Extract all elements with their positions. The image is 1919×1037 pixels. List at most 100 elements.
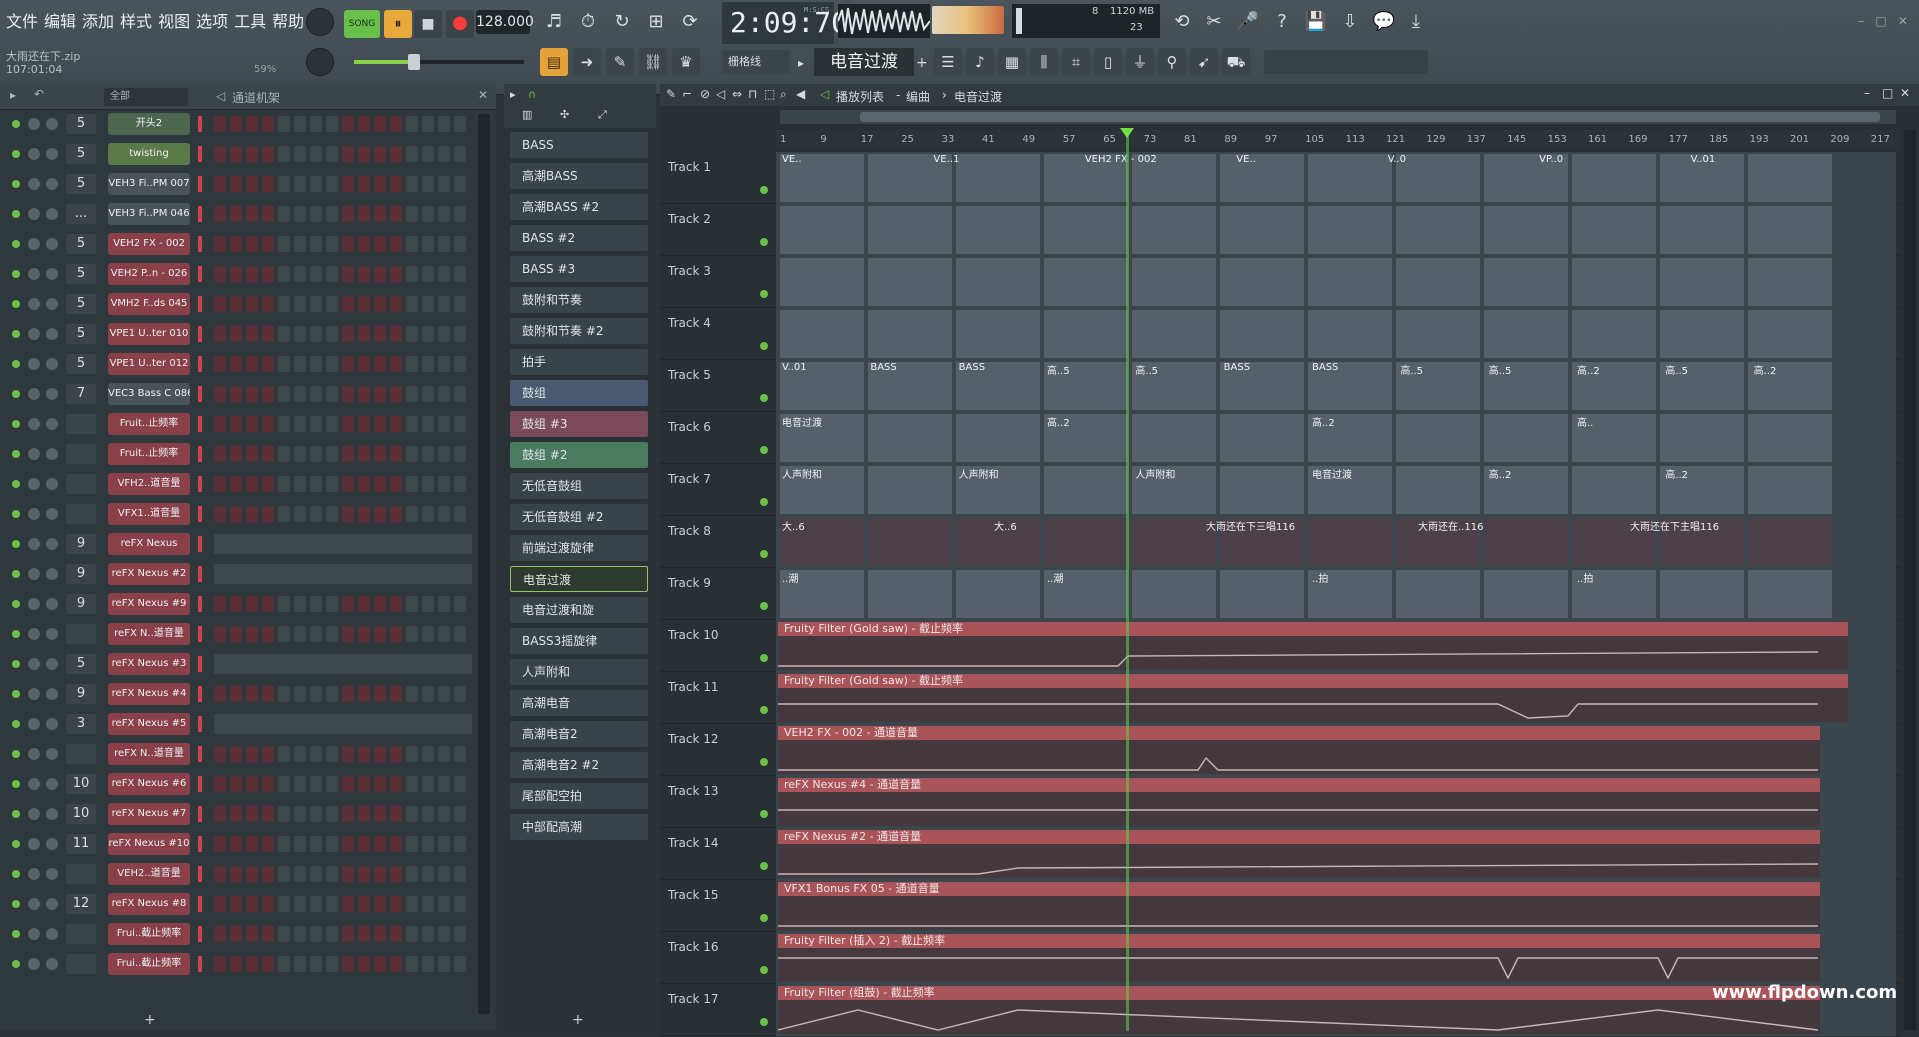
step-button[interactable] bbox=[214, 236, 226, 252]
tool-paint-icon[interactable]: ⌐ bbox=[682, 87, 692, 101]
picker-auto-icon[interactable]: ⤢ bbox=[598, 108, 607, 122]
channel-mute-led[interactable] bbox=[12, 360, 20, 368]
track-lane[interactable]: ..潮 ..潮 ..拍 ..拍 bbox=[776, 568, 1896, 620]
step-button[interactable] bbox=[326, 476, 338, 492]
track-label[interactable]: Track 1 bbox=[668, 160, 728, 174]
track-lane[interactable] bbox=[776, 256, 1896, 308]
track-row[interactable]: Track 12 VEH2 FX - 002 - 通道音量 bbox=[660, 724, 1900, 776]
channel-pan-knob[interactable] bbox=[28, 118, 40, 130]
channel-select-bar[interactable] bbox=[198, 956, 202, 972]
channel-mute-led[interactable] bbox=[12, 390, 20, 398]
step-button[interactable] bbox=[406, 776, 418, 792]
channel-select-bar[interactable] bbox=[198, 146, 202, 162]
step-sequencer[interactable] bbox=[214, 236, 466, 252]
step-button[interactable] bbox=[246, 926, 258, 942]
step-button[interactable] bbox=[310, 806, 322, 822]
track-row[interactable]: Track 1 VE.. VE..1 VEH2 FX - 002 VE.. V..0 VP… bbox=[660, 152, 1900, 204]
pattern-prev-icon[interactable]: ▸ bbox=[798, 52, 810, 74]
channel-select-bar[interactable] bbox=[198, 326, 202, 342]
pattern-clip[interactable] bbox=[956, 414, 1040, 462]
rack-undo-icon[interactable]: ↶ bbox=[34, 87, 44, 101]
channel-mute-led[interactable] bbox=[12, 210, 20, 218]
channel-row[interactable]: VEH2..道音量 bbox=[0, 862, 496, 886]
channel-mute-led[interactable] bbox=[12, 300, 20, 308]
tool-delete-icon[interactable]: ⊘ bbox=[700, 87, 710, 101]
step-button[interactable] bbox=[214, 626, 226, 642]
channel-mute-led[interactable] bbox=[12, 690, 20, 698]
step-button[interactable] bbox=[246, 806, 258, 822]
step-button[interactable] bbox=[390, 236, 402, 252]
channel-pan-knob[interactable] bbox=[28, 478, 40, 490]
step-button[interactable] bbox=[342, 236, 354, 252]
channel-pan-knob[interactable] bbox=[28, 568, 40, 580]
step-button[interactable] bbox=[262, 386, 274, 402]
step-button[interactable] bbox=[406, 626, 418, 642]
track-row[interactable]: Track 2 bbox=[660, 204, 1900, 256]
channel-name-button[interactable]: VEH2 FX - 002 bbox=[108, 233, 190, 255]
menu-add[interactable]: 添加 bbox=[80, 8, 116, 32]
step-button[interactable] bbox=[310, 626, 322, 642]
channel-select-bar[interactable] bbox=[198, 386, 202, 402]
pattern-item[interactable]: 高潮电音 bbox=[510, 690, 648, 716]
step-button[interactable] bbox=[246, 596, 258, 612]
mixer-window-icon[interactable]: ⫼ bbox=[1030, 48, 1058, 76]
pattern-clip[interactable] bbox=[1044, 466, 1128, 514]
step-button[interactable] bbox=[438, 326, 450, 342]
step-button[interactable] bbox=[390, 206, 402, 222]
track-mute-led[interactable] bbox=[760, 342, 768, 350]
pattern-item[interactable]: 无低音鼓组 bbox=[510, 473, 648, 499]
mixer-track-number[interactable] bbox=[66, 474, 96, 494]
track-mute-led[interactable] bbox=[760, 914, 768, 922]
step-button[interactable] bbox=[454, 236, 466, 252]
step-button[interactable] bbox=[454, 506, 466, 522]
pattern-clip[interactable] bbox=[1660, 206, 1744, 254]
channel-volume-knob[interactable] bbox=[46, 268, 58, 280]
step-button[interactable] bbox=[406, 866, 418, 882]
pattern-clip[interactable] bbox=[868, 414, 952, 462]
step-button[interactable] bbox=[294, 506, 306, 522]
step-button[interactable] bbox=[390, 146, 402, 162]
track-label[interactable]: Track 5 bbox=[668, 368, 728, 382]
step-button[interactable] bbox=[214, 836, 226, 852]
step-button[interactable] bbox=[422, 176, 434, 192]
track-label[interactable]: Track 8 bbox=[668, 524, 728, 538]
track-label[interactable]: Track 11 bbox=[668, 680, 728, 694]
channel-pan-knob[interactable] bbox=[28, 808, 40, 820]
step-button[interactable] bbox=[262, 926, 274, 942]
channel-row[interactable]: 5 开头2 bbox=[0, 112, 496, 136]
pattern-clip[interactable] bbox=[1396, 206, 1480, 254]
step-button[interactable] bbox=[262, 446, 274, 462]
channel-pan-knob[interactable] bbox=[28, 148, 40, 160]
step-button[interactable] bbox=[310, 926, 322, 942]
step-button[interactable] bbox=[294, 326, 306, 342]
step-button[interactable] bbox=[374, 926, 386, 942]
step-button[interactable] bbox=[214, 506, 226, 522]
channel-name-button[interactable]: reFX Nexus #9 bbox=[108, 593, 190, 615]
main-volume-slider[interactable] bbox=[354, 54, 524, 70]
step-button[interactable] bbox=[214, 206, 226, 222]
step-button[interactable] bbox=[310, 326, 322, 342]
step-button[interactable] bbox=[454, 866, 466, 882]
step-button[interactable] bbox=[422, 446, 434, 462]
step-button[interactable] bbox=[230, 176, 242, 192]
track-label[interactable]: Track 12 bbox=[668, 732, 728, 746]
channel-name-button[interactable]: VEC3 Bass C 086 bbox=[108, 383, 190, 405]
step-button[interactable] bbox=[342, 956, 354, 972]
channel-name-button[interactable]: reFX Nexus #2 bbox=[108, 563, 190, 585]
step-sequencer[interactable] bbox=[214, 206, 466, 222]
step-button[interactable] bbox=[454, 326, 466, 342]
channel-volume-knob[interactable] bbox=[46, 928, 58, 940]
step-button[interactable] bbox=[358, 506, 370, 522]
pattern-item[interactable]: 鼓组 #2 bbox=[510, 442, 648, 468]
step-button[interactable] bbox=[438, 776, 450, 792]
step-button[interactable] bbox=[438, 176, 450, 192]
step-button[interactable] bbox=[422, 476, 434, 492]
step-button[interactable] bbox=[454, 476, 466, 492]
picker-magnet-icon[interactable]: ∩ bbox=[528, 88, 536, 101]
track-row[interactable]: Track 14 reFX Nexus #2 - 通道音量 bbox=[660, 828, 1900, 880]
track-row[interactable]: Track 15 VFX1 Bonus FX 05 - 通道音量 bbox=[660, 880, 1900, 932]
menu-edit[interactable]: 编辑 bbox=[42, 8, 78, 32]
step-button[interactable] bbox=[230, 206, 242, 222]
step-button[interactable] bbox=[214, 296, 226, 312]
step-button[interactable] bbox=[262, 596, 274, 612]
